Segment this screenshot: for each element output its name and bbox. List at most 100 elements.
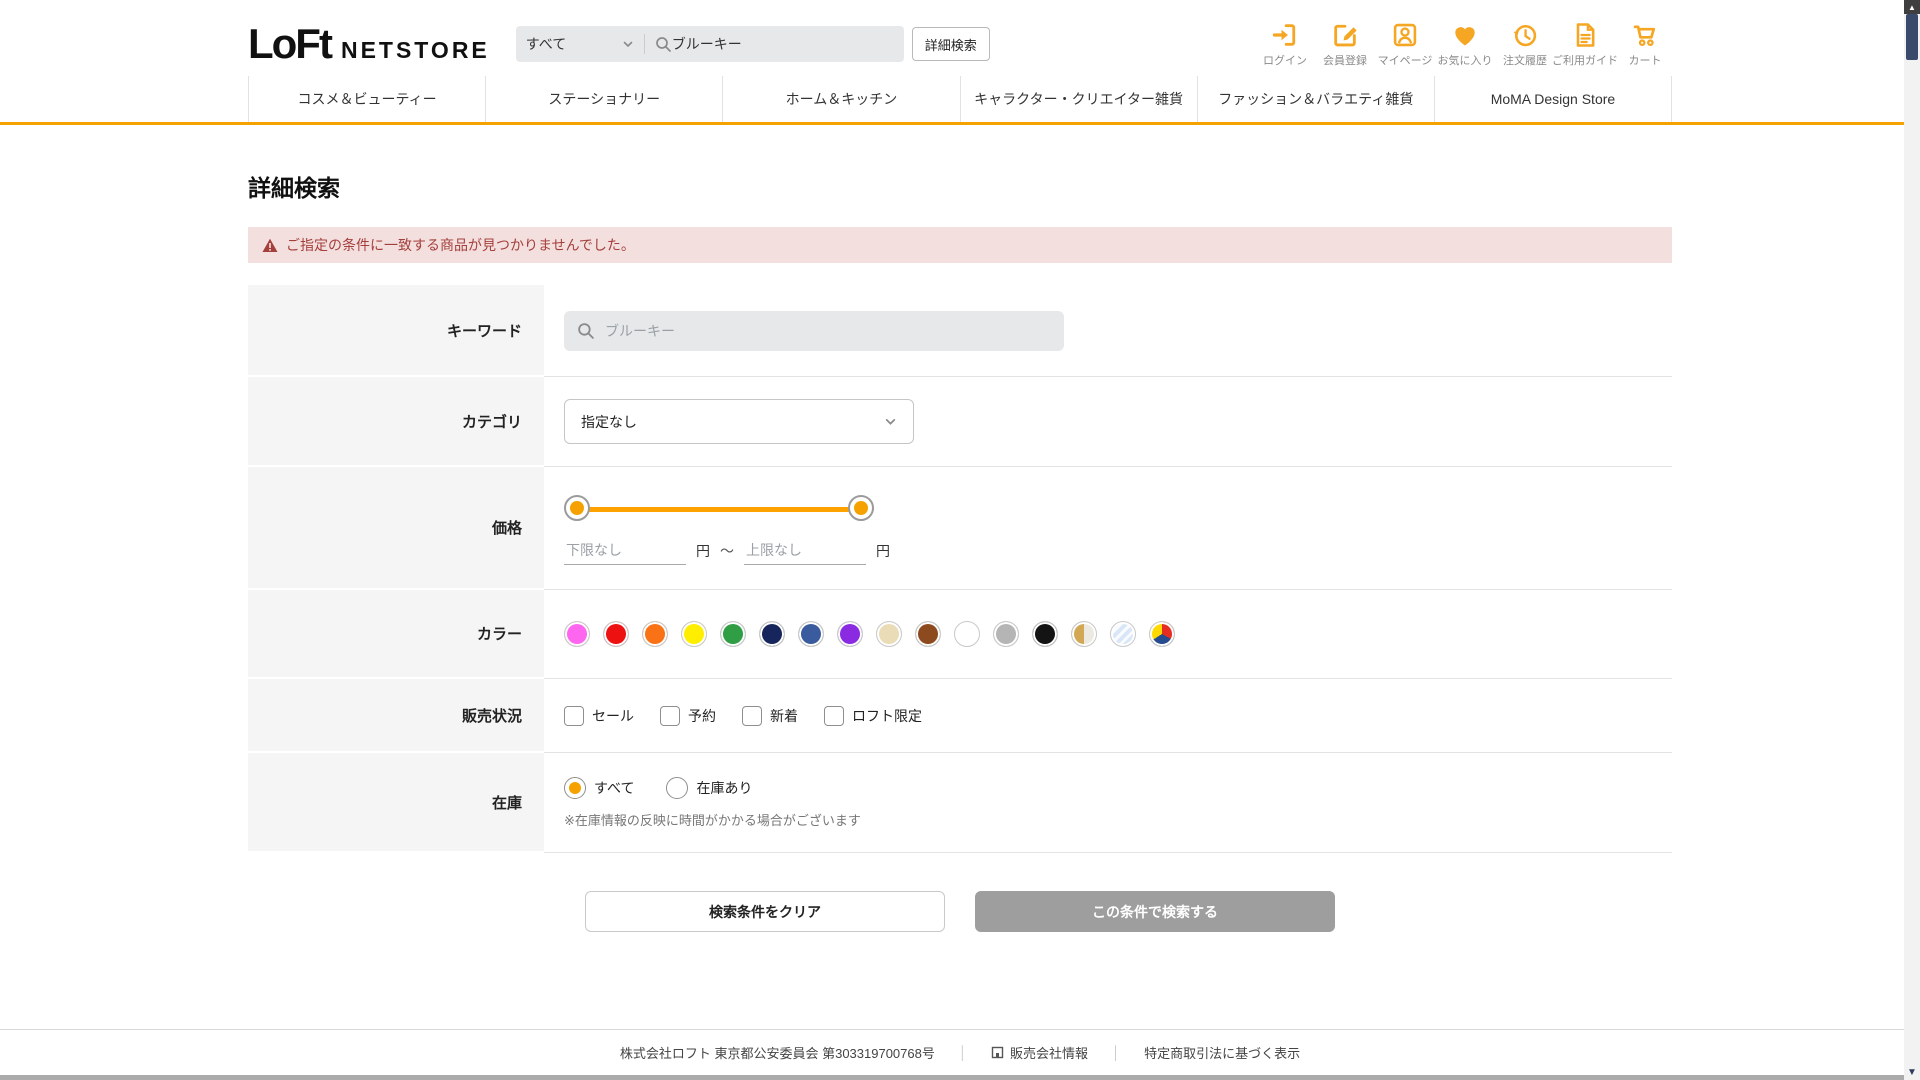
radio-button[interactable] [666,776,689,799]
category-label: カテゴリ [248,377,544,467]
checkbox-box[interactable] [564,705,584,726]
price-row: 価格 下限なし 円 ～ 上限なし 円 [248,467,1672,590]
search-scope-select[interactable]: すべて [526,34,634,54]
color-swatch-red[interactable] [603,621,629,647]
color-swatch-purple[interactable] [837,621,863,647]
util-label: ログイン [1263,54,1307,67]
keyword-label: キーワード [248,285,544,377]
nav-item-5[interactable]: ファッション＆バラエティ雑貨 [1196,76,1434,122]
status-row: 販売状況 セール 予約 新着 ロフト限定 [248,679,1672,753]
color-swatch-orange[interactable] [642,621,668,647]
nav-item-4[interactable]: キャラクター・クリエイター雑貨 [959,76,1197,122]
util-history[interactable]: 注文履歴 [1498,21,1552,68]
color-swatch-green[interactable] [720,621,746,647]
error-message-text: ご指定の条件に一致する商品が見つかりませんでした。 [286,237,635,253]
loft-logo[interactable]: LoFt NETSTORE [248,23,490,65]
util-guide[interactable]: ご利用ガイド [1552,21,1618,68]
color-swatch-brown[interactable] [915,621,941,647]
mypage-icon [1391,21,1419,49]
search-divider [643,34,645,54]
page-title: 詳細検索 [248,175,340,201]
radio-button[interactable] [564,776,586,799]
color-swatch-clear[interactable] [1110,621,1136,647]
price-separator: ～ [720,542,734,559]
color-swatch-multicolor[interactable] [1149,621,1175,647]
header-search-input[interactable]: ブルーキー [672,34,894,54]
util-mypage[interactable]: マイページ [1378,21,1432,68]
color-swatch-blue[interactable] [798,621,824,647]
guide-icon [1571,21,1599,49]
util-login[interactable]: ログイン [1258,21,1312,68]
util-register[interactable]: 会員登録 [1318,21,1372,68]
status-checkbox-4[interactable]: ロフト限定 [824,705,922,726]
status-label: 販売状況 [248,679,544,753]
checkbox-box[interactable] [660,705,680,726]
stock-radio-1[interactable]: すべて [564,776,635,799]
nav-item-2[interactable]: ステーショナリー [485,76,722,122]
price-range-slider [564,494,894,524]
footer-separator: │ [1111,1045,1121,1060]
keyword-input[interactable]: ブルーキー [564,310,1064,351]
price-min-input[interactable]: 下限なし [564,536,686,565]
detail-search-button[interactable]: 詳細検索 [911,27,990,61]
status-options: セール 予約 新着 ロフト限定 [564,705,1672,726]
slider-handle-min[interactable] [564,494,590,521]
scrollbar[interactable]: ▲ ▼ [1904,0,1920,1080]
util-favorites[interactable]: お気に入り [1437,21,1493,68]
category-selected-value: 指定なし [581,413,637,430]
advanced-search-form: キーワード ブルーキー カテゴリ 指定なし 価格 下限なし 円 ～ 上限なし 円… [248,285,1672,853]
price-unit-min: 円 [696,542,710,559]
site-footer: 株式会社ロフト 東京都公安委員会 第303319700768号 │ 販売会社情報… [0,1029,1920,1080]
utility-nav: ログイン 会員登録 マイページ お気に入り 注文履歴 ご利用ガイド カート [1258,21,1672,68]
clear-conditions-button[interactable]: 検索条件をクリア [585,891,945,932]
footer-separator: │ [958,1045,967,1060]
nav-item-3[interactable]: ホーム＆キッチン [722,76,959,122]
building-icon [991,1046,1004,1059]
util-label: お気に入り [1437,54,1493,67]
chevron-down-icon [623,41,633,48]
nav-item-6[interactable]: MoMA Design Store [1433,76,1673,122]
color-swatch-yellow[interactable] [681,621,707,647]
scrollbar-up-arrow[interactable]: ▲ [1904,0,1920,14]
nav-item-1[interactable]: コスメ＆ビューティー [248,76,485,122]
checkbox-label: セール [592,707,634,724]
checkbox-label: 予約 [688,707,716,724]
header-search-bar[interactable]: すべて ブルーキー [515,26,904,62]
status-checkbox-1[interactable]: セール [564,705,634,726]
color-swatch-navy[interactable] [759,621,785,647]
search-icon [578,322,594,339]
footer-strip [0,1075,1920,1080]
keyword-row: キーワード ブルーキー [248,285,1672,377]
status-checkbox-3[interactable]: 新着 [742,705,798,726]
register-icon [1331,21,1359,49]
checkbox-box[interactable] [742,705,762,726]
radio-label: すべて [594,779,635,796]
color-swatch-pink[interactable] [564,621,590,647]
category-select[interactable]: 指定なし [564,399,914,444]
stock-radio-2[interactable]: 在庫あり [666,776,753,799]
color-swatch-black[interactable] [1032,621,1058,647]
form-actions: 検索条件をクリア この条件で検索する [248,891,1672,932]
status-checkbox-2[interactable]: 予約 [660,705,716,726]
footer-link-legal[interactable]: 特定商取引法に基づく表示 [1144,1043,1300,1062]
checkbox-label: ロフト限定 [852,707,922,724]
color-swatch-beige[interactable] [876,621,902,647]
checkbox-box[interactable] [824,705,844,726]
logo-loft-text: LoFt [248,20,333,67]
color-swatch-white[interactable] [954,621,980,647]
warning-icon [262,238,278,252]
error-message-bar: ご指定の条件に一致する商品が見つかりませんでした。 [248,227,1672,263]
main-nav: コスメ＆ビューティー ステーショナリー ホーム＆キッチン キャラクター・クリエイター雑… [248,76,1673,122]
slider-handle-max[interactable] [848,494,874,521]
util-label: カート [1628,54,1662,67]
search-submit-button[interactable]: この条件で検索する [975,891,1335,932]
scrollbar-down-arrow[interactable]: ▼ [1904,1064,1920,1080]
price-max-input[interactable]: 上限なし [744,536,866,565]
footer-link-company-info[interactable]: 販売会社情報 [991,1043,1088,1062]
footer-company-text: 株式会社ロフト 東京都公安委員会 第303319700768号 [619,1046,935,1061]
scrollbar-thumb[interactable] [1906,14,1918,60]
color-swatch-gray[interactable] [993,621,1019,647]
radio-label: 在庫あり [696,779,753,796]
util-cart[interactable]: カート [1618,21,1672,68]
color-swatch-gold-silver[interactable] [1071,621,1097,647]
